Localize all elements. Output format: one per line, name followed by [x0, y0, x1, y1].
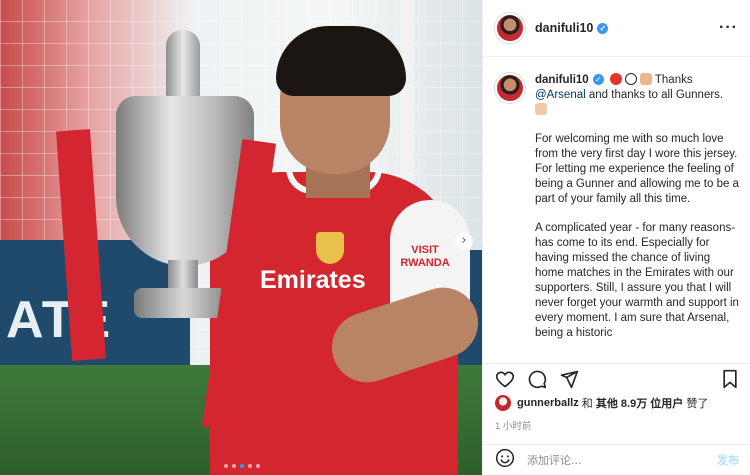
comment-box: 发布 [483, 444, 750, 475]
carousel-indicator [224, 464, 260, 468]
liker-avatar[interactable] [495, 395, 511, 411]
post-photo[interactable]: ATE Emirates VISIT RWANDA › [0, 0, 482, 475]
caption-line2-text: and thanks to all Gunners. [585, 89, 724, 101]
carousel-dot [224, 464, 228, 468]
bookmark-icon[interactable] [721, 369, 739, 389]
heart-icon[interactable] [495, 369, 515, 389]
caption-paragraph: A complicated year - for many reasons- h… [535, 222, 739, 339]
carousel-dot [256, 464, 260, 468]
player-hair [276, 26, 406, 96]
verified-badge-icon: ✓ [597, 23, 609, 35]
likes-count[interactable]: 8.9万 [621, 398, 647, 410]
sleeve-sponsor: VISIT RWANDA [400, 244, 450, 269]
liker-username[interactable]: gunnerballz [517, 397, 579, 409]
likes-connector: 和 [578, 398, 596, 410]
post-header: danifuli10 ✓ ··· [483, 0, 750, 57]
action-bar [483, 363, 750, 393]
caption-text: danifuli10 ✓ Thanks @Arsenal and thanks t… [535, 73, 739, 360]
post-comment-button[interactable]: 发布 [717, 452, 739, 468]
avatar[interactable] [495, 13, 525, 43]
likes-summary: gunnerballz 和 其他 8.9万 位用户 赞了 [495, 395, 708, 411]
shirt-sponsor: Emirates [260, 266, 366, 294]
post-timestamp[interactable]: 1 小时前 [495, 418, 531, 432]
verified-badge-icon: ✓ [592, 74, 604, 86]
likes-suffix[interactable]: 位用户 [647, 398, 683, 410]
red-circle-emoji-icon [609, 73, 622, 85]
mention-link[interactable]: @Arsenal [535, 89, 586, 101]
more-options-icon[interactable]: ··· [719, 19, 738, 37]
likes-verb: 赞了 [683, 398, 709, 410]
carousel-dot [232, 464, 236, 468]
caption-area: danifuli10 ✓ Thanks @Arsenal and thanks t… [483, 57, 750, 360]
caption-username[interactable]: danifuli10 [535, 74, 589, 86]
comment-icon[interactable] [527, 369, 547, 389]
carousel-dot [248, 464, 252, 468]
caption-line3 [535, 103, 739, 118]
others-label[interactable]: 其他 [596, 398, 621, 410]
caption-thanks: Thanks [654, 74, 693, 86]
likes-others-link[interactable]: 其他 8.9万 位用户 [596, 395, 683, 411]
carousel-dot-active [240, 464, 244, 468]
post-side-panel: danifuli10 ✓ ··· danifuli10 ✓ Thanks @Arse… [482, 0, 750, 475]
share-icon[interactable] [559, 369, 579, 389]
caption-avatar[interactable] [495, 73, 525, 103]
caption-line2: @Arsenal and thanks to all Gunners. [535, 88, 739, 103]
comment-input[interactable] [527, 453, 697, 467]
header-username[interactable]: danifuli10 ✓ [535, 21, 609, 35]
white-circle-emoji-icon [624, 73, 637, 85]
praying-hands-emoji-icon [535, 103, 547, 115]
username-text[interactable]: danifuli10 [535, 21, 593, 35]
caption-paragraph: For welcoming me with so much love from … [535, 133, 739, 205]
smiley-icon[interactable] [495, 448, 515, 472]
hands-emoji-icon [639, 73, 652, 85]
next-photo-button[interactable]: › [455, 232, 473, 250]
caption-line1: danifuli10 ✓ Thanks [535, 73, 739, 88]
club-crest-icon [316, 232, 344, 264]
